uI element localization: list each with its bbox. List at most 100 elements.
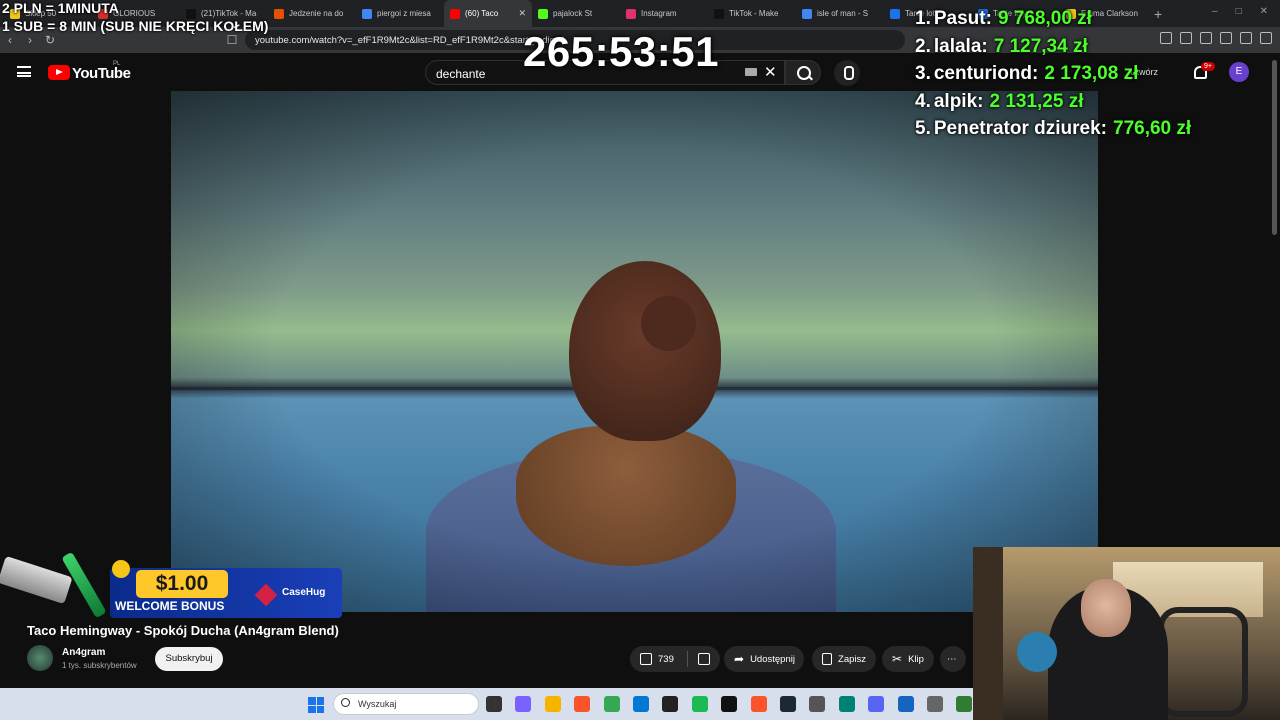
like-count: 739 bbox=[658, 653, 674, 665]
hamburger-menu-icon[interactable] bbox=[17, 66, 31, 77]
clear-search-icon[interactable]: ✕ bbox=[764, 63, 777, 81]
save-label: Zapisz bbox=[838, 653, 866, 665]
overlay-rate-line: 2 PLN = 1MINUTA bbox=[2, 0, 119, 16]
taskbar-app-brave-2-icon[interactable] bbox=[750, 696, 767, 712]
leaderboard-amount: 2 173,08 zł bbox=[1044, 63, 1139, 84]
taskbar-app-calculator-icon[interactable] bbox=[809, 696, 826, 712]
coin-icon bbox=[112, 560, 130, 578]
channel-name[interactable]: An4gram bbox=[62, 647, 105, 658]
casehug-promo-banner: $1.00 WELCOME BONUS CaseHug bbox=[0, 551, 342, 620]
subathon-timer: 265:53:51 bbox=[523, 28, 719, 75]
taskbar-app-explorer-icon[interactable] bbox=[544, 696, 561, 712]
share-icon: ➦ bbox=[734, 652, 745, 666]
webcam-overlay bbox=[973, 547, 1280, 720]
bookmark-icon[interactable]: ☐ bbox=[222, 33, 242, 47]
forward-icon[interactable]: › bbox=[20, 33, 40, 47]
leaderboard-row: 2. lalala: 7 127,34 zł bbox=[915, 36, 1275, 64]
more-icon: ⋯ bbox=[947, 653, 957, 665]
voice-search-icon[interactable] bbox=[834, 60, 860, 86]
bookmark-icon bbox=[822, 653, 833, 665]
leaderboard-rank: 2. bbox=[915, 35, 931, 57]
clip-button[interactable]: ✂ Klip bbox=[882, 646, 934, 672]
taskbar-app-discord-icon[interactable] bbox=[868, 696, 885, 712]
tab-favicon-icon bbox=[186, 8, 196, 19]
share-button[interactable]: ➦ Udostępnij bbox=[724, 646, 804, 672]
browser-tab[interactable]: (60) Taco ✕ bbox=[444, 0, 532, 27]
leaderboard-name: lalala: bbox=[933, 35, 988, 57]
leaderboard-name: Pasut: bbox=[933, 8, 992, 29]
video-player[interactable] bbox=[171, 91, 1098, 612]
taskbar-app-task-view-icon[interactable] bbox=[486, 696, 502, 712]
leaderboard-amount: 7 127,34 zł bbox=[993, 35, 1088, 57]
leaderboard-amount: 776,60 zł bbox=[1113, 118, 1192, 139]
webcam-frame bbox=[1081, 579, 1131, 637]
leaderboard-row: 5. Penetrator dziurek: 776,60 zł bbox=[915, 118, 1275, 146]
tab-label: piergoi z miesa bbox=[377, 9, 431, 18]
browser-tab[interactable]: TikTok - Make bbox=[708, 0, 796, 27]
leaderboard-row: 1. Pasut: 9 768,00 zł bbox=[915, 8, 1275, 36]
browser-tab[interactable]: piergoi z miesa bbox=[356, 0, 444, 27]
leaderboard-rank: 1. bbox=[915, 8, 931, 29]
taskbar-app-copilot-icon[interactable] bbox=[515, 696, 532, 712]
promo-amount: $1.00 bbox=[136, 570, 228, 598]
url-text: youtube.com/watch?v=_efF1R9Mt2c&list=RD_… bbox=[255, 34, 566, 46]
tab-favicon-icon bbox=[890, 8, 900, 19]
youtube-wordmark[interactable]: YouTube bbox=[72, 65, 131, 82]
video-title: Taco Hemingway - Spokój Ducha (An4gram B… bbox=[27, 623, 339, 638]
reload-icon[interactable]: ↻ bbox=[40, 33, 60, 47]
subscribe-button[interactable]: Subskrybuj bbox=[155, 647, 223, 671]
share-label: Udostępnij bbox=[750, 653, 795, 665]
browser-tab[interactable]: Instagram bbox=[620, 0, 708, 27]
tab-label: GLORIOUS bbox=[113, 9, 156, 18]
back-icon[interactable]: ‹ bbox=[0, 33, 20, 47]
close-tab-icon[interactable]: ✕ bbox=[518, 8, 526, 19]
leaderboard-name: centuriond: bbox=[933, 63, 1039, 84]
browser-tab[interactable]: Jedzenie na do bbox=[268, 0, 356, 27]
taskbar-app-chrome-icon[interactable] bbox=[603, 696, 620, 712]
browser-tab[interactable]: isle of man - S bbox=[796, 0, 884, 27]
taskbar-app-app-teal-icon[interactable] bbox=[838, 696, 855, 712]
taskbar-app-steam-icon[interactable] bbox=[780, 696, 796, 712]
country-code: PL bbox=[113, 61, 121, 67]
save-button[interactable]: Zapisz bbox=[812, 646, 876, 672]
search-button[interactable] bbox=[785, 60, 821, 85]
taskbar-search-input[interactable]: Wyszukaj bbox=[333, 693, 479, 715]
leaderboard-row: 4. alpik: 2 131,25 zł bbox=[915, 91, 1275, 119]
more-actions-button[interactable]: ⋯ bbox=[940, 646, 966, 672]
taskbar-app-spotify-icon[interactable] bbox=[691, 696, 708, 712]
webcam-frame bbox=[973, 547, 1003, 720]
tab-favicon-icon bbox=[362, 8, 372, 19]
tab-favicon-icon bbox=[538, 8, 548, 19]
tab-favicon-icon bbox=[274, 8, 284, 19]
tab-favicon-icon bbox=[626, 8, 636, 19]
like-button[interactable]: 739 bbox=[630, 646, 688, 672]
leaderboard-rank: 3. bbox=[915, 63, 931, 84]
taskbar-app-settings-icon[interactable] bbox=[927, 696, 943, 712]
subscriber-count: 1 tys. subskrybentów bbox=[62, 661, 137, 670]
taskbar-app-app-dark-icon[interactable] bbox=[662, 696, 679, 712]
leaderboard-name: alpik: bbox=[933, 90, 984, 112]
taskbar-app-moza-icon[interactable] bbox=[721, 696, 738, 712]
youtube-logo-icon[interactable] bbox=[48, 65, 70, 80]
tab-label: (21)TikTok - Ma bbox=[201, 9, 257, 18]
search-icon bbox=[341, 698, 350, 707]
leaderboard-rank: 4. bbox=[915, 90, 931, 112]
taskbar-app-brave-icon[interactable] bbox=[574, 696, 591, 712]
windows-start-icon[interactable] bbox=[308, 697, 324, 713]
channel-avatar[interactable] bbox=[27, 645, 53, 671]
taskbar-app-app-green-icon[interactable] bbox=[956, 696, 973, 712]
dislike-button[interactable] bbox=[688, 646, 720, 672]
leaderboard-name: Penetrator dziurek: bbox=[933, 118, 1108, 139]
clip-label: Klip bbox=[908, 653, 924, 665]
taskbar-app-app-blue-icon[interactable] bbox=[897, 696, 914, 712]
taskbar-app-store-icon[interactable] bbox=[633, 696, 649, 712]
leaderboard-rank: 5. bbox=[915, 118, 931, 139]
tab-label: isle of man - S bbox=[817, 9, 869, 18]
tab-favicon-icon bbox=[714, 8, 724, 19]
scissors-icon: ✂ bbox=[892, 652, 903, 666]
keyboard-icon[interactable] bbox=[745, 68, 757, 76]
browser-tab[interactable]: pajalock St bbox=[532, 0, 620, 27]
tab-label: (60) Taco bbox=[465, 9, 499, 18]
leaderboard-row: 3. centuriond: 2 173,08 zł bbox=[915, 63, 1275, 91]
webcam-frame bbox=[1017, 632, 1057, 672]
